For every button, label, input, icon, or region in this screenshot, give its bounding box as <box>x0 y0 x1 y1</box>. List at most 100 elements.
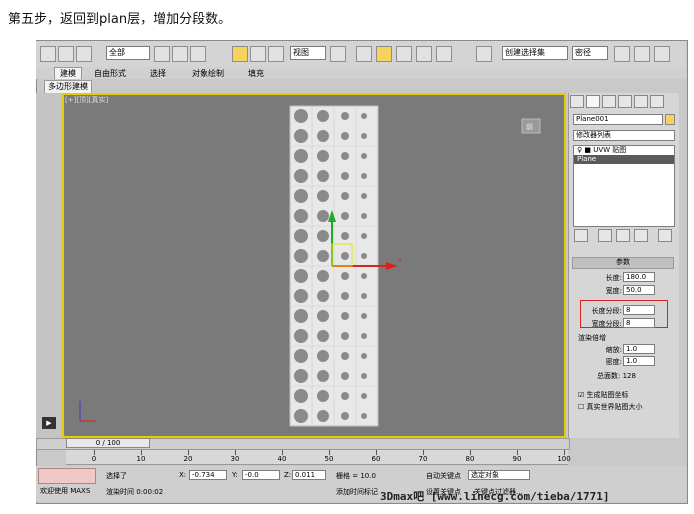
track-tick-label: 90 <box>512 455 522 463</box>
bulb-icon[interactable]: ♀ ■ <box>577 146 593 154</box>
plane-hole <box>361 153 367 159</box>
render-frame-icon[interactable] <box>634 46 650 62</box>
track-tick-label: 70 <box>418 455 428 463</box>
render-icon[interactable] <box>654 46 670 62</box>
maxscript-listener[interactable] <box>38 468 96 484</box>
real-world-checkbox[interactable]: ☐ <box>578 403 584 411</box>
object-color-swatch[interactable] <box>665 114 675 125</box>
scale-field[interactable]: 1.0 <box>623 344 655 354</box>
main-toolbar: 全部 视图 创建选择集 密径 <box>36 41 686 68</box>
pivot-icon[interactable] <box>330 46 346 62</box>
plane-hole <box>317 330 329 342</box>
perspective-viewport[interactable]: x 前 <box>62 93 566 438</box>
make-unique-icon[interactable] <box>616 229 630 242</box>
tab-selection[interactable]: 选择 <box>150 68 166 79</box>
tab-freeform[interactable]: 自由形式 <box>94 68 126 79</box>
plane-hole <box>317 210 329 222</box>
select-by-name-icon[interactable] <box>172 46 188 62</box>
viewport-canvas: x <box>79 105 541 427</box>
plane-hole <box>341 392 349 400</box>
mirror-icon[interactable] <box>416 46 432 62</box>
z-coord-field[interactable]: 0.011 <box>292 470 326 480</box>
remove-modifier-icon[interactable] <box>634 229 648 242</box>
modify-tab-icon[interactable] <box>586 95 600 108</box>
scale-icon[interactable] <box>268 46 284 62</box>
real-world-row[interactable]: ☐ 真实世界贴图大小 <box>578 402 643 412</box>
snap-icon[interactable] <box>356 46 372 62</box>
stack-toolbar <box>574 229 674 242</box>
named-selection-set[interactable]: 创建选择集 <box>502 46 568 60</box>
plane-hole <box>294 409 308 423</box>
gen-map-coords-row[interactable]: ☑ 生成贴图坐标 <box>578 390 629 400</box>
modifier-stack[interactable]: ♀ ■ UVW 贴图 Plane <box>573 145 675 227</box>
plane-hole <box>294 149 308 163</box>
x-coord-field[interactable]: -0.734 <box>189 470 227 480</box>
density-field[interactable]: 1.0 <box>623 356 655 366</box>
length-field[interactable]: 180.0 <box>623 272 655 282</box>
tab-object-paint[interactable]: 对象绘制 <box>192 68 224 79</box>
link-icon[interactable] <box>76 46 92 62</box>
percent-snap-icon[interactable] <box>396 46 412 62</box>
tab-polygon-modeling[interactable]: 多边形建模 <box>44 80 92 94</box>
track-bar[interactable]: 0 10 20 30 40 50 60 70 80 90 100 <box>66 450 571 465</box>
plane-hole <box>361 133 367 139</box>
plane-hole <box>317 230 329 242</box>
motion-tab-icon[interactable] <box>618 95 632 108</box>
create-tab-icon[interactable] <box>570 95 584 108</box>
viewcube-label: 前 <box>526 123 533 131</box>
selection-filter-dropdown[interactable]: 全部 <box>106 46 150 60</box>
undo-icon[interactable] <box>40 46 56 62</box>
tab-modeling[interactable]: 建模 <box>54 67 82 79</box>
align-icon[interactable] <box>436 46 452 62</box>
viewport-label[interactable]: [+][顶][真实] <box>65 95 108 105</box>
hierarchy-tab-icon[interactable] <box>602 95 616 108</box>
ribbon-tabs: 建模 自由形式 选择 对象绘制 填充 <box>36 67 686 79</box>
configure-sets-icon[interactable] <box>658 229 672 242</box>
select-object-icon[interactable] <box>154 46 170 62</box>
modifier-list-dropdown[interactable]: 修改器列表 <box>573 130 675 141</box>
rotate-icon[interactable] <box>250 46 266 62</box>
z-label: Z: <box>284 471 292 479</box>
track-tick-label: 10 <box>136 455 146 463</box>
plane-hole <box>341 332 349 340</box>
key-selection-dropdown[interactable]: 选定对象 <box>468 470 530 480</box>
redo-icon[interactable] <box>58 46 74 62</box>
layer-icon[interactable] <box>476 46 492 62</box>
plane-hole <box>361 333 367 339</box>
width-segs-field[interactable]: 8 <box>623 318 655 328</box>
reference-coordinate-dropdown[interactable]: 视图 <box>290 46 326 60</box>
track-tick-label: 80 <box>465 455 475 463</box>
render-setup-icon[interactable] <box>614 46 630 62</box>
toolbar-extra-field[interactable]: 密径 <box>572 46 608 60</box>
move-icon[interactable] <box>232 46 248 62</box>
length-segs-label: 长度分段: <box>591 307 622 315</box>
pin-stack-icon[interactable] <box>574 229 588 242</box>
show-end-result-icon[interactable] <box>598 229 612 242</box>
command-panel-tabs <box>570 95 675 110</box>
auto-key-button[interactable]: 自动关键点 <box>426 471 461 481</box>
length-segs-field[interactable]: 8 <box>623 305 655 315</box>
plane-hole <box>361 353 367 359</box>
tutorial-caption: 第五步，返回到plan层，增加分段数。 <box>8 12 232 27</box>
object-name-field[interactable]: Plane001 <box>573 114 663 125</box>
stack-item-plane[interactable]: Plane <box>574 155 674 164</box>
render-multipliers-label: 渲染倍增 <box>578 334 606 342</box>
add-time-tag-button[interactable]: 添加时间标记 <box>336 487 378 497</box>
region-select-icon[interactable] <box>190 46 206 62</box>
angle-snap-icon[interactable] <box>376 46 392 62</box>
plane-hole <box>341 412 349 420</box>
parameters-rollout-header[interactable]: 参数 <box>572 257 674 269</box>
plane-hole <box>294 329 308 343</box>
utilities-tab-icon[interactable] <box>650 95 664 108</box>
stack-item-uvw[interactable]: ♀ ■ UVW 贴图 <box>574 146 674 155</box>
track-tick-label: 100 <box>557 455 571 463</box>
width-field[interactable]: 50.0 <box>623 285 655 295</box>
time-slider[interactable]: 0 / 100 <box>66 438 150 448</box>
play-icon[interactable]: ▶ <box>42 417 56 429</box>
plane-hole <box>361 253 367 259</box>
y-coord-field[interactable]: -0.0 <box>242 470 280 480</box>
tab-populate[interactable]: 填充 <box>248 68 264 79</box>
plane-hole <box>317 130 329 142</box>
gen-map-coords-checkbox[interactable]: ☑ <box>578 391 584 399</box>
display-tab-icon[interactable] <box>634 95 648 108</box>
